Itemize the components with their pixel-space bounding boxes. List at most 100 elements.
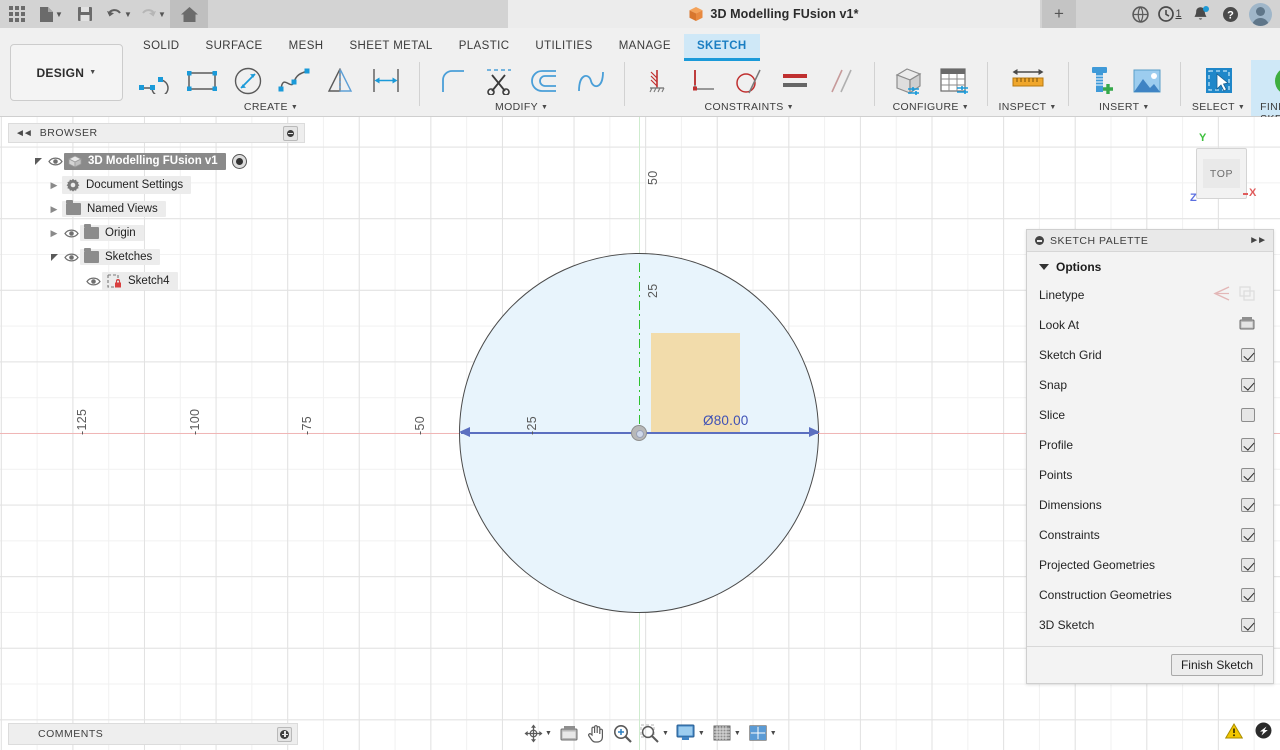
finish-sketch-check-icon[interactable]	[1267, 60, 1280, 102]
tree-item-sketch4[interactable]: Sketch4	[8, 269, 305, 293]
tree-item-root-label-wrap[interactable]: 3D Modelling FUsion v1	[64, 152, 226, 170]
fit-control[interactable]: ▼	[637, 722, 672, 744]
chevron-down-icon[interactable]: ▼	[662, 730, 669, 737]
visibility-eye-icon[interactable]	[62, 228, 80, 239]
tree-item-document-settings[interactable]: ▶ Document Settings	[8, 173, 305, 197]
ribbon-group-finish-sketch[interactable]: FINISH SKETCH▼	[1251, 60, 1280, 125]
spline-icon[interactable]	[272, 60, 316, 102]
assistant-icon[interactable]	[1255, 722, 1272, 744]
chevron-down-icon[interactable]	[1039, 264, 1049, 270]
chevron-down-icon[interactable]: ▼	[1049, 104, 1056, 111]
expander-right-icon[interactable]: ▶	[46, 204, 62, 215]
display-settings-control[interactable]: ▼	[673, 722, 708, 744]
perpendicular-constraint-icon[interactable]	[681, 60, 725, 102]
diameter-dimension-label[interactable]: Ø80.00	[703, 413, 748, 428]
viewports-icon[interactable]	[748, 722, 768, 744]
checkbox-constraints[interactable]	[1241, 528, 1255, 542]
mirror-icon[interactable]	[318, 60, 362, 102]
home-icon[interactable]	[170, 0, 208, 28]
globe-icon[interactable]	[1125, 0, 1155, 28]
visibility-eye-icon[interactable]	[46, 156, 64, 167]
checkbox-projected-geometries[interactable]	[1241, 558, 1255, 572]
tab-sheet-metal[interactable]: SHEET METAL	[336, 34, 445, 58]
chevron-down-icon[interactable]: ▼	[734, 730, 741, 737]
view-cube-face-top[interactable]: TOP	[1203, 159, 1240, 188]
document-tab[interactable]: 3D Modelling FUsion v1*	[508, 0, 1040, 28]
bell-icon[interactable]	[1185, 0, 1215, 28]
circle-icon[interactable]	[226, 60, 270, 102]
checkbox-3d-sketch[interactable]	[1241, 618, 1255, 632]
select-icon[interactable]	[1197, 60, 1241, 102]
configure-box-icon[interactable]	[886, 60, 930, 102]
checkbox-construction-geometries[interactable]	[1241, 588, 1255, 602]
line-icon[interactable]	[134, 60, 178, 102]
tree-item-sketch4-label-wrap[interactable]: Sketch4	[102, 272, 178, 290]
chevron-down-icon[interactable]: ▼	[1142, 104, 1149, 111]
linetype-normal-icon[interactable]	[1213, 286, 1230, 304]
look-at-icon[interactable]	[1239, 316, 1255, 334]
redo-icon[interactable]: ▼	[136, 0, 170, 28]
chevron-down-icon[interactable]: ▼	[770, 730, 777, 737]
comments-panel[interactable]: COMMENTS	[8, 723, 298, 745]
collapse-arrows-icon[interactable]: ◄◄	[15, 128, 33, 139]
checkbox-dimensions[interactable]	[1241, 498, 1255, 512]
expander-down-icon[interactable]	[30, 157, 46, 165]
pan-icon[interactable]	[586, 722, 606, 744]
expander-right-icon[interactable]: ▶	[46, 228, 62, 239]
linetype-construction-icon[interactable]	[1239, 286, 1255, 304]
tree-item-root[interactable]: 3D Modelling FUsion v1	[8, 149, 305, 173]
tab-sketch[interactable]: SKETCH	[683, 34, 760, 61]
add-comment-button[interactable]	[277, 726, 292, 742]
zoom-control[interactable]	[610, 722, 636, 744]
warning-icon[interactable]	[1224, 722, 1244, 744]
measure-icon[interactable]	[1006, 60, 1050, 102]
chevron-down-icon[interactable]: ▼	[55, 10, 63, 19]
palette-row-points[interactable]: Points	[1027, 460, 1273, 490]
palette-row-profile[interactable]: Profile	[1027, 430, 1273, 460]
display-settings-icon[interactable]	[676, 722, 696, 744]
pan-control[interactable]	[583, 722, 609, 744]
component-activate-radio[interactable]	[231, 153, 247, 169]
chevron-down-icon[interactable]: ▼	[698, 730, 705, 737]
chevron-down-icon[interactable]: ▼	[124, 10, 132, 19]
fix-constraint-icon[interactable]	[635, 60, 679, 102]
tree-item-document-settings-label-wrap[interactable]: Document Settings	[62, 176, 192, 194]
undo-icon[interactable]: ▼	[102, 0, 136, 28]
palette-row-slice[interactable]: Slice	[1027, 400, 1273, 430]
palette-row-projected-geometries[interactable]: Projected Geometries	[1027, 550, 1273, 580]
tree-item-origin-label-wrap[interactable]: Origin	[80, 224, 144, 241]
orbit-control[interactable]: ▼	[520, 722, 555, 744]
tree-item-origin[interactable]: ▶ Origin	[8, 221, 305, 245]
offset-icon[interactable]	[523, 60, 567, 102]
view-cube[interactable]: TOP	[1196, 148, 1247, 199]
palette-row-constraints[interactable]: Constraints	[1027, 520, 1273, 550]
chevron-down-icon[interactable]: ▼	[158, 10, 166, 19]
checkbox-snap[interactable]	[1241, 378, 1255, 392]
new-tab-button[interactable]: +	[1042, 0, 1076, 28]
clock-icon[interactable]: 1	[1155, 0, 1185, 28]
tree-item-named-views[interactable]: ▶ Named Views	[8, 197, 305, 221]
expander-down-icon[interactable]	[46, 253, 62, 261]
configure-table-icon[interactable]	[932, 60, 976, 102]
palette-row-3d-sketch[interactable]: 3D Sketch	[1027, 610, 1273, 640]
palette-row-sketch-grid[interactable]: Sketch Grid	[1027, 340, 1273, 370]
help-icon[interactable]: ?	[1215, 0, 1245, 28]
grid-settings-icon[interactable]	[712, 722, 732, 744]
checkbox-sketch-grid[interactable]	[1241, 348, 1255, 362]
viewports-control[interactable]: ▼	[745, 722, 780, 744]
sketch-dimension-icon[interactable]	[364, 60, 408, 102]
visibility-eye-icon[interactable]	[84, 276, 102, 287]
tree-item-sketches-label-wrap[interactable]: Sketches	[80, 248, 161, 265]
look-at-icon[interactable]	[559, 722, 579, 744]
tab-utilities[interactable]: UTILITIES	[522, 34, 605, 58]
tab-mesh[interactable]: MESH	[276, 34, 337, 58]
tab-manage[interactable]: MANAGE	[606, 34, 684, 58]
visibility-eye-icon[interactable]	[62, 252, 80, 263]
chevron-down-icon[interactable]: ▼	[962, 104, 969, 111]
app-grid-icon[interactable]	[0, 0, 34, 28]
new-file-icon[interactable]: ▼	[34, 0, 68, 28]
tree-item-named-views-label-wrap[interactable]: Named Views	[62, 200, 166, 217]
tab-plastic[interactable]: PLASTIC	[446, 34, 523, 58]
fillet-icon[interactable]	[431, 60, 475, 102]
chevron-down-icon[interactable]: ▼	[787, 104, 794, 111]
